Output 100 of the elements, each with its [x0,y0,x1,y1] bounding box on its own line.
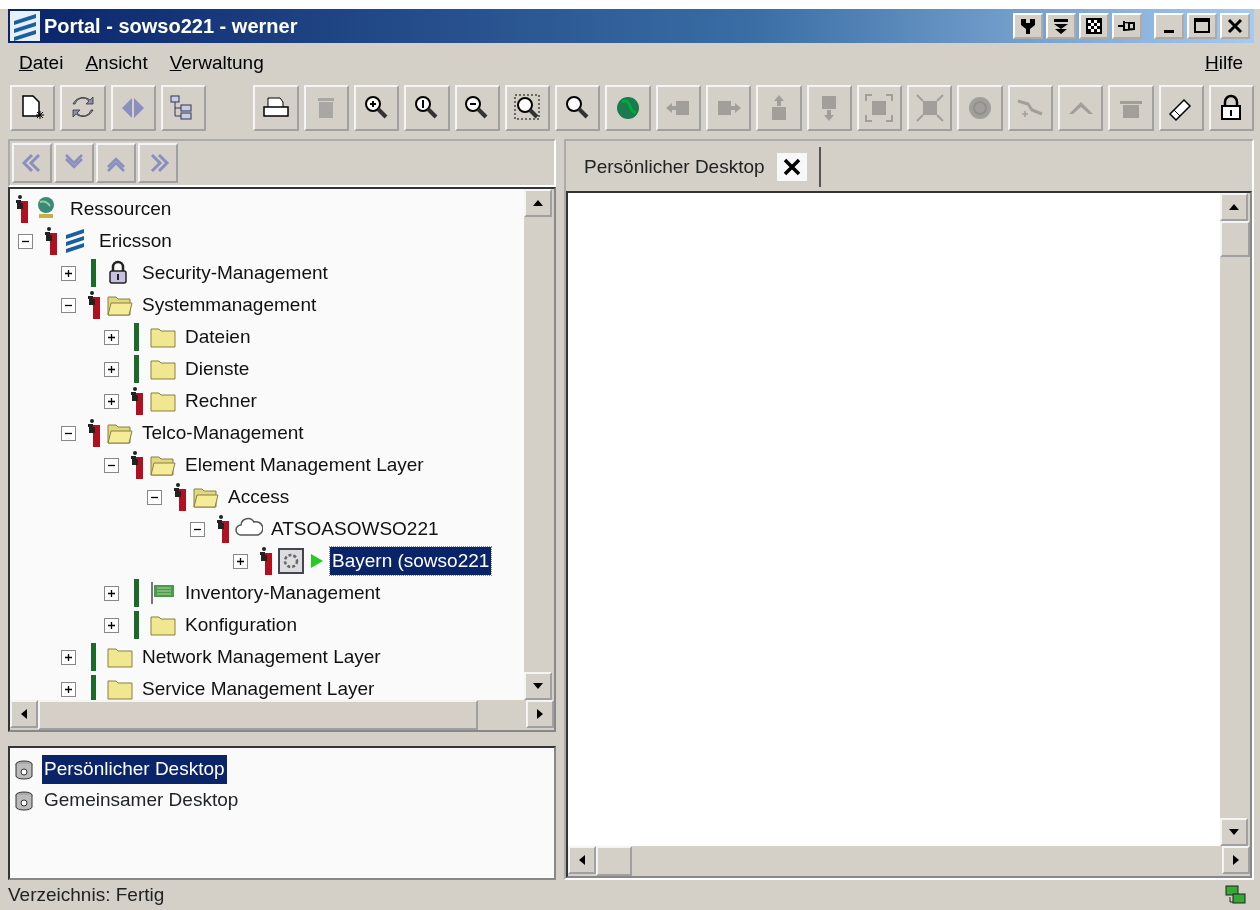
horizontal-scrollbar[interactable] [10,700,554,730]
menu-item[interactable]: Ansicht [74,48,159,78]
horizontal-scrollbar[interactable] [568,846,1250,876]
plus-icon [106,587,117,599]
toolbar-button[interactable] [504,85,551,131]
expand-toggle[interactable] [104,329,119,345]
tree-item[interactable]: Network Management Layer [140,642,383,672]
network-icon [1224,883,1248,907]
minimize-icon [1164,29,1174,33]
scroll-thumb[interactable] [1220,221,1250,257]
tree-item[interactable]: Dienste [183,354,252,384]
toolbar-button[interactable] [1158,85,1204,131]
scroll-right-button[interactable] [526,700,554,728]
arrow-right-icon [537,709,543,719]
tree-item[interactable]: Ressourcen [68,194,174,224]
minimize-button[interactable] [1154,13,1184,39]
tree-item[interactable]: Telco-Management [140,418,306,448]
toolbar-button[interactable] [555,85,601,131]
collapse-toggle[interactable] [104,457,119,473]
close-tab-button[interactable] [776,153,807,181]
scroll-down-button[interactable] [1220,818,1248,846]
tree-item[interactable]: Rechner [183,386,259,416]
tree-item[interactable]: Service Management Layer [140,674,377,700]
status-text: Verzeichnis: Fertig [8,882,165,907]
pin-button[interactable] [1112,13,1142,39]
play-icon [310,553,324,569]
expand-toggle[interactable] [61,681,76,697]
menu-item[interactable]: Datei [8,48,75,78]
scroll-up-button[interactable] [1220,193,1248,221]
collapse-toggle[interactable] [18,233,33,249]
arrow-down-icon [533,683,543,689]
nav-button[interactable] [54,143,94,183]
tree-item[interactable]: Inventory-Management [183,578,383,608]
plus-icon [106,395,117,407]
expand-toggle[interactable] [104,361,119,377]
arrow-up-icon [533,200,543,206]
menu-item[interactable]: Hilfe [1193,48,1254,78]
collapse-toggle[interactable] [61,425,76,441]
scroll-down-button[interactable] [524,672,552,700]
expand-toggle[interactable] [233,553,248,569]
tree-item[interactable]: ATSOASOWSO221 [269,514,441,544]
close-button[interactable] [1220,13,1250,39]
toolbar-button[interactable] [404,85,450,131]
toolbar-button[interactable] [253,85,299,131]
tree-item[interactable]: Security-Management [140,258,330,288]
tree-item[interactable]: Ericsson [97,226,174,256]
collapse-button[interactable] [1046,13,1076,39]
vertical-scrollbar[interactable] [1220,193,1250,846]
wrench-button[interactable] [1013,13,1043,39]
app-logo-icon [10,11,40,41]
plus-icon [106,331,117,343]
scroll-up-button[interactable] [524,189,552,217]
checker-icon [1084,16,1104,36]
collapse-toggle[interactable] [61,297,76,313]
expand-toggle[interactable] [61,265,76,281]
vertical-scrollbar[interactable] [524,189,554,700]
arrow-right-icon [1233,855,1239,865]
tab-label: Persönlicher Desktop [584,154,765,179]
database-icon [14,789,34,812]
tree-item[interactable]: Bayern (sowso221 [330,546,492,576]
toolbar-button[interactable] [10,85,56,131]
arrow-left-icon [579,855,585,865]
scroll-right-button[interactable] [1222,846,1250,874]
tree-item[interactable]: Konfiguration [183,610,299,640]
tree-item[interactable]: Dateien [183,322,253,352]
collapse-toggle[interactable] [147,489,162,505]
plus-icon [63,267,74,279]
menu-item[interactable]: Verwaltung [158,48,275,78]
device-icon [278,547,306,575]
expand-toggle[interactable] [61,649,76,665]
nav-button[interactable] [138,143,178,183]
collapse-toggle[interactable] [190,521,205,537]
desktop-item[interactable]: Persönlicher Desktop [42,755,227,784]
toolbar-button[interactable] [1208,85,1255,131]
toolbar-button[interactable] [454,85,500,131]
expand-toggle[interactable] [104,617,119,633]
scroll-thumb[interactable] [596,846,632,876]
window-title: Portal - sowso221 - werner [44,14,299,39]
wrench-icon [1018,16,1038,36]
plus-icon [63,651,74,663]
toolbar-button[interactable] [60,85,106,131]
tree-item[interactable]: Systemmanagement [140,290,319,320]
desktop-item[interactable]: Gemeinsamer Desktop [42,786,241,815]
close-icon [781,157,802,177]
maximize-button[interactable] [1187,13,1217,39]
tile-button[interactable] [1079,13,1109,39]
tree-item[interactable]: Access [226,482,292,512]
plus-icon [235,555,246,567]
toolbar-button[interactable] [354,85,400,131]
scroll-thumb[interactable] [38,700,478,730]
close-icon [1225,16,1245,36]
nav-button[interactable] [96,143,136,183]
nav-button[interactable] [12,143,52,183]
scroll-left-button[interactable] [10,700,38,728]
tree-item[interactable]: Element Management Layer [183,450,426,480]
scroll-left-button[interactable] [568,846,596,874]
arrow-left-icon [21,709,27,719]
expand-toggle[interactable] [104,393,119,409]
plus-icon [63,683,74,695]
expand-toggle[interactable] [104,585,119,601]
